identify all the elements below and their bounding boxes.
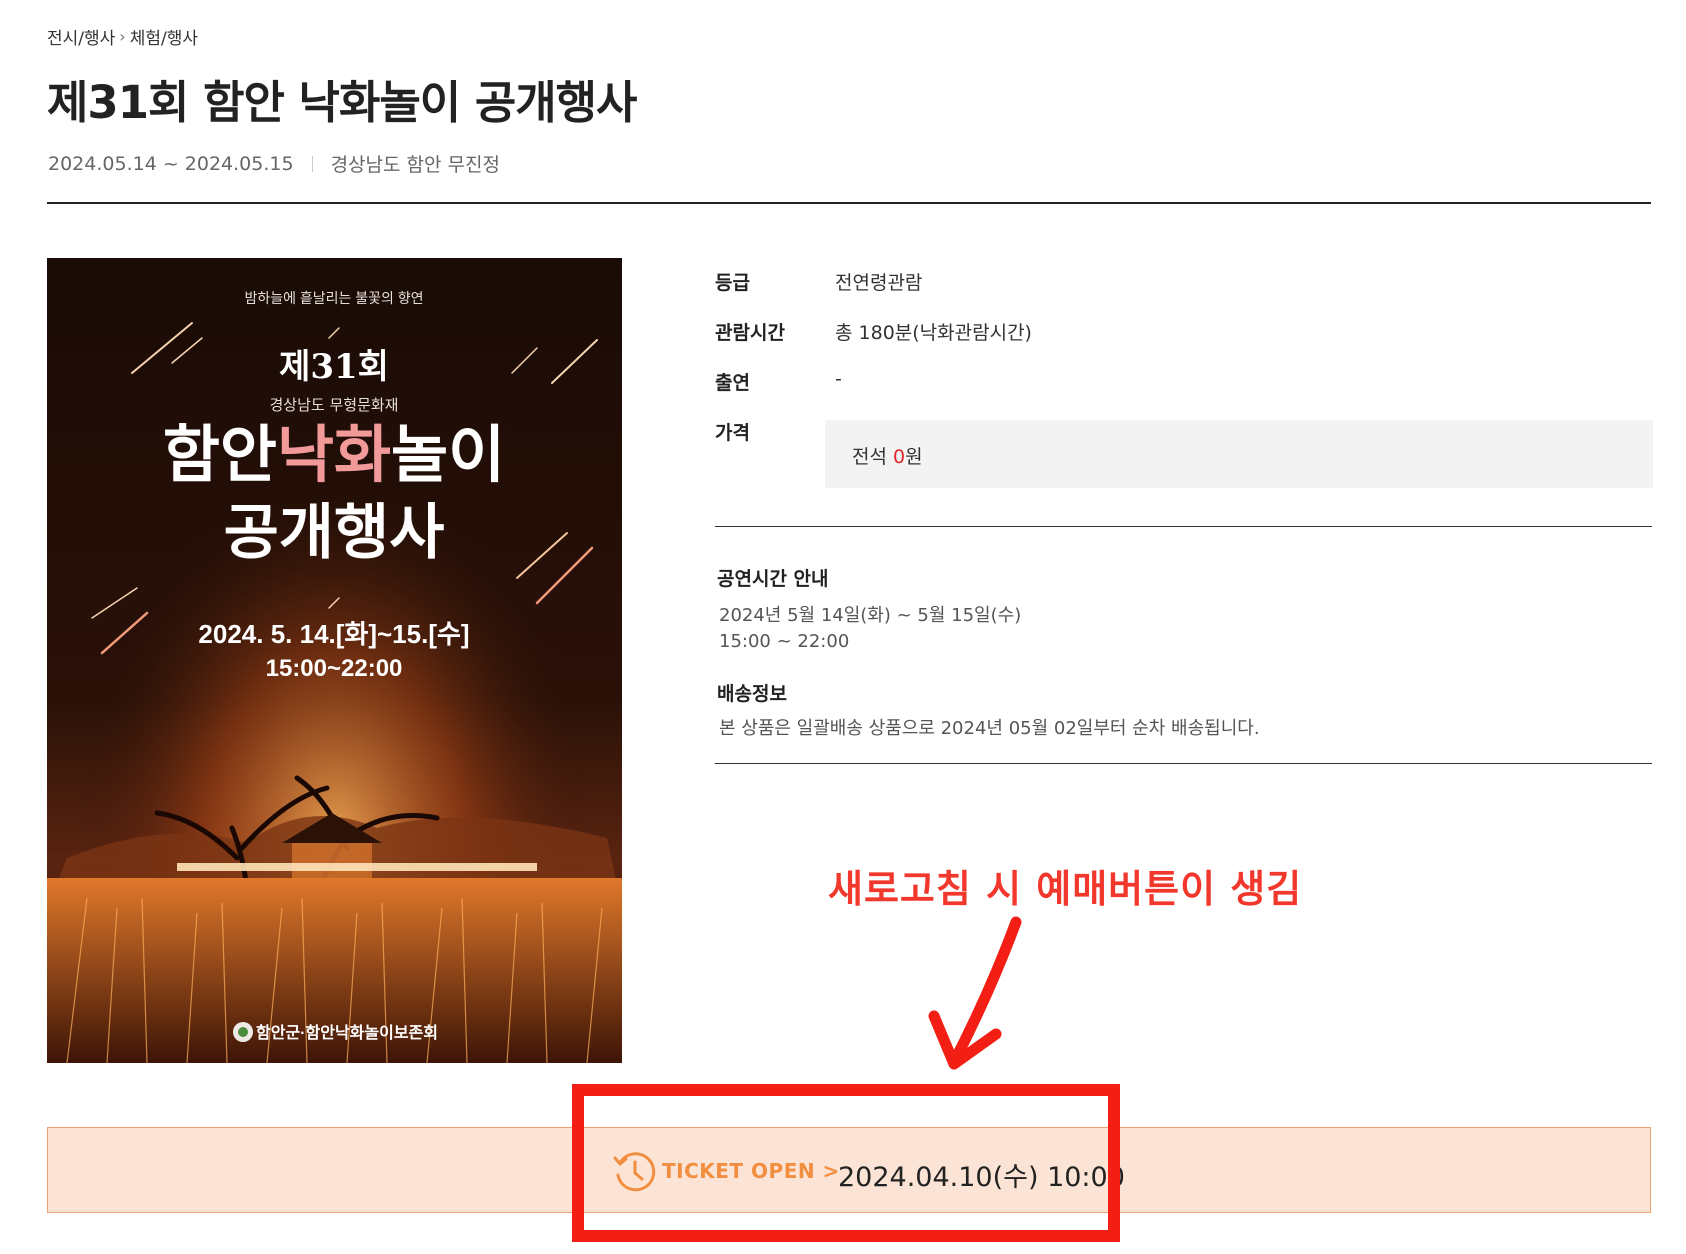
annotation-arrow-icon <box>928 916 1022 1070</box>
breadcrumb: 전시/행사 › 체험/행사 <box>47 24 198 49</box>
grade-value: 전연령관람 <box>835 272 923 294</box>
grade-label: 등급 <box>715 272 750 294</box>
schedule-hours: 15:00 ~ 22:00 <box>719 631 850 652</box>
event-period: 2024.05.14 ~ 2024.05.15 <box>48 152 294 175</box>
svg-text:제31회: 제31회 <box>279 347 389 387</box>
header-divider <box>47 202 1651 204</box>
svg-text:공개행사: 공개행사 <box>224 498 445 568</box>
svg-text:밤하늘에 흩날리는 불꽃의 향연: 밤하늘에 흩날리는 불꽃의 향연 <box>244 290 423 306</box>
cast-value: - <box>835 368 842 390</box>
annotation-label: 새로고침 시 예매버튼이 생김 <box>828 867 1303 911</box>
chevron-right-icon: › <box>119 27 126 46</box>
event-venue: 경상남도 함안 무진정 <box>330 154 500 176</box>
svg-text:함안낙화놀이: 함안낙화놀이 <box>163 418 505 491</box>
svg-text:경상남도 무형문화재: 경상남도 무형문화재 <box>270 396 399 414</box>
price-box: 전석 0원 <box>825 420 1653 488</box>
info-divider <box>715 526 1652 527</box>
price-suffix: 원 <box>905 446 923 468</box>
price-label: 가격 <box>715 422 750 444</box>
event-meta: 2024.05.14 ~ 2024.05.15 경상남도 함안 무진정 <box>48 150 500 177</box>
svg-text:2024. 5. 14.[화]~15.[수]: 2024. 5. 14.[화]~15.[수] <box>198 619 469 649</box>
annotation-highlight-box <box>572 1084 1120 1242</box>
cast-label: 출연 <box>715 372 750 394</box>
schedule-dates: 2024년 5월 14일(화) ~ 5월 15일(수) <box>719 605 1022 626</box>
meta-divider <box>311 155 313 172</box>
price-amount: 0 <box>893 446 906 468</box>
schedule-title: 공연시간 안내 <box>717 568 829 590</box>
delivery-title: 배송정보 <box>717 683 787 705</box>
breadcrumb-item-exhibition[interactable]: 전시/행사 <box>47 24 115 49</box>
svg-text:함안군·함안낙화놀이보존회: 함안군·함안낙화놀이보존회 <box>256 1023 438 1042</box>
price-value: 전석 0원 <box>852 442 923 469</box>
runtime-value: 총 180분(낙화관람시간) <box>835 322 1032 344</box>
delivery-text: 본 상품은 일괄배송 상품으로 2024년 05월 02일부터 순차 배송됩니다… <box>719 718 1260 739</box>
svg-text:15:00~22:00: 15:00~22:00 <box>266 655 403 682</box>
runtime-label: 관람시간 <box>715 322 785 344</box>
page-title: 제31회 함안 낙화놀이 공개행사 <box>47 76 637 129</box>
details-divider <box>715 763 1652 764</box>
breadcrumb-item-experience[interactable]: 체험/행사 <box>130 24 198 49</box>
price-prefix: 전석 <box>852 446 893 468</box>
event-poster: 밤하늘에 흩날리는 불꽃의 향연 제31회 경상남도 무형문화재 함안낙화놀이 … <box>47 258 622 1063</box>
